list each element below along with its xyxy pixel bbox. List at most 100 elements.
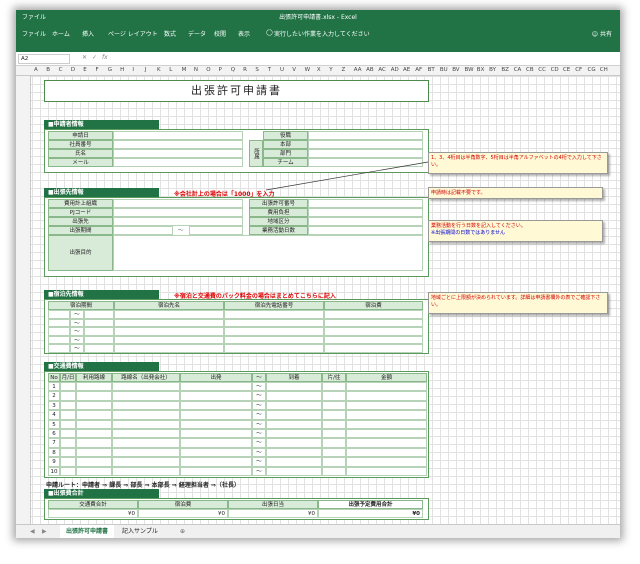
transport-cell[interactable] — [322, 410, 346, 420]
column-header[interactable]: L — [169, 67, 172, 73]
column-header[interactable]: AA — [354, 67, 362, 73]
tab-data[interactable]: データ — [188, 29, 206, 38]
transport-tilde-cell[interactable]: ～ — [252, 410, 266, 420]
column-header[interactable]: U — [280, 67, 284, 73]
column-header[interactable]: BY — [489, 67, 496, 73]
trip-purpose-field[interactable] — [113, 235, 423, 271]
column-header[interactable]: F — [96, 67, 99, 73]
column-header[interactable]: M — [182, 67, 187, 73]
fx-icon[interactable]: fx — [102, 54, 108, 61]
lodging-tilde-cell[interactable]: ～ — [70, 327, 84, 336]
transport-cell[interactable] — [346, 391, 427, 401]
transport-cell[interactable] — [112, 419, 180, 429]
column-header[interactable]: J — [145, 67, 147, 73]
sheet-tab-sample[interactable]: 記入サンプル — [116, 525, 164, 538]
column-header[interactable]: K — [157, 67, 161, 73]
column-header[interactable]: H — [120, 67, 124, 73]
lodging-name-cell[interactable] — [114, 318, 224, 328]
transport-cell[interactable] — [322, 447, 346, 458]
transport-cell[interactable] — [112, 391, 180, 401]
transport-cell[interactable] — [60, 457, 76, 467]
column-header[interactable]: CC — [538, 67, 546, 73]
transport-cell[interactable] — [76, 447, 112, 458]
lodging-tilde-cell[interactable]: ～ — [70, 310, 84, 319]
column-header[interactable]: CD — [551, 67, 559, 73]
column-header[interactable]: X — [317, 67, 321, 73]
transport-cell[interactable] — [322, 400, 346, 411]
lodging-name-cell[interactable] — [114, 335, 224, 345]
tab-formulas[interactable]: 数式 — [164, 29, 176, 38]
division-field[interactable] — [308, 140, 423, 149]
column-header[interactable]: AC — [378, 67, 386, 73]
transport-cell[interactable] — [112, 410, 180, 420]
column-header[interactable]: D — [71, 67, 75, 73]
transport-cell[interactable] — [180, 447, 252, 458]
transport-cell[interactable] — [112, 457, 180, 467]
transport-tilde-cell[interactable]: ～ — [252, 429, 266, 439]
trip-end-field[interactable] — [189, 226, 243, 235]
transport-cell[interactable] — [266, 382, 322, 392]
transport-cell[interactable] — [322, 391, 346, 401]
transport-cell[interactable] — [322, 457, 346, 467]
transport-cell[interactable] — [180, 429, 252, 439]
transport-cell[interactable] — [346, 457, 427, 467]
transport-cell[interactable] — [60, 429, 76, 439]
transport-cell[interactable] — [346, 429, 427, 439]
transport-tilde-cell[interactable]: ～ — [252, 382, 266, 392]
permit-number-field[interactable] — [308, 199, 423, 208]
share-button[interactable]: ☺ 共有 — [592, 29, 612, 38]
lodging-phone-cell[interactable] — [224, 327, 324, 336]
column-header[interactable]: Z — [342, 67, 346, 73]
lodging-start-cell[interactable] — [48, 327, 70, 336]
column-header[interactable]: CH — [600, 67, 608, 73]
comment-note-lodging-limit[interactable]: 地域ごとに上限額が決められています。詳細は申請書欄外の表でご確認下さい。 — [428, 292, 608, 314]
column-header[interactable]: CG — [588, 67, 596, 73]
tab-insert[interactable]: 挿入 — [82, 29, 94, 38]
lodging-phone-cell[interactable] — [224, 318, 324, 328]
transport-cell[interactable] — [76, 457, 112, 467]
transport-tilde-cell[interactable]: ～ — [252, 438, 266, 448]
transport-cell[interactable] — [322, 382, 346, 392]
transport-cell[interactable] — [322, 438, 346, 448]
transport-cell[interactable] — [266, 410, 322, 420]
column-header[interactable]: N — [194, 67, 198, 73]
transport-tilde-cell[interactable]: ～ — [252, 419, 266, 429]
column-header[interactable]: BT — [428, 67, 435, 73]
tab-home[interactable]: ホーム — [52, 29, 70, 38]
transport-cell[interactable] — [112, 438, 180, 448]
column-header[interactable]: CE — [563, 67, 570, 73]
column-header[interactable]: BX — [477, 67, 485, 73]
column-header[interactable]: R — [243, 67, 247, 73]
transport-tilde-cell[interactable]: ～ — [252, 447, 266, 458]
work-days-field[interactable] — [308, 226, 423, 235]
lodging-tilde-cell[interactable]: ～ — [70, 344, 84, 353]
enter-icon[interactable]: ✓ — [92, 54, 97, 61]
column-header[interactable]: P — [219, 67, 222, 73]
transport-cell[interactable] — [266, 391, 322, 401]
trip-start-field[interactable] — [113, 226, 173, 235]
transport-cell[interactable] — [346, 400, 427, 411]
transport-cell[interactable] — [60, 410, 76, 420]
lodging-end-cell[interactable] — [84, 310, 114, 319]
column-header[interactable]: BZ — [501, 67, 509, 73]
column-header[interactable]: Y — [329, 67, 332, 73]
lodging-start-cell[interactable] — [48, 318, 70, 328]
tab-file[interactable]: ファイル — [22, 29, 46, 38]
transport-cell[interactable] — [180, 438, 252, 448]
transport-cell[interactable] — [76, 400, 112, 411]
transport-cell[interactable] — [112, 382, 180, 392]
transport-tilde-cell[interactable]: ～ — [252, 391, 266, 401]
transport-cell[interactable] — [60, 382, 76, 392]
lodging-name-cell[interactable] — [114, 344, 224, 353]
column-header[interactable]: Q — [231, 67, 235, 73]
lodging-end-cell[interactable] — [84, 318, 114, 328]
transport-cell[interactable] — [112, 400, 180, 411]
comment-note-workdays[interactable]: 業務活動を行う日数を記入してください。 ※出張期間の日数ではありません — [428, 220, 603, 242]
column-header[interactable]: E — [83, 67, 86, 73]
column-header[interactable]: AE — [403, 67, 410, 73]
name-box[interactable]: A2 — [18, 54, 70, 64]
transport-cell[interactable] — [76, 438, 112, 448]
transport-cell[interactable] — [60, 447, 76, 458]
column-header[interactable]: G — [108, 67, 112, 73]
position-field[interactable] — [308, 131, 423, 140]
